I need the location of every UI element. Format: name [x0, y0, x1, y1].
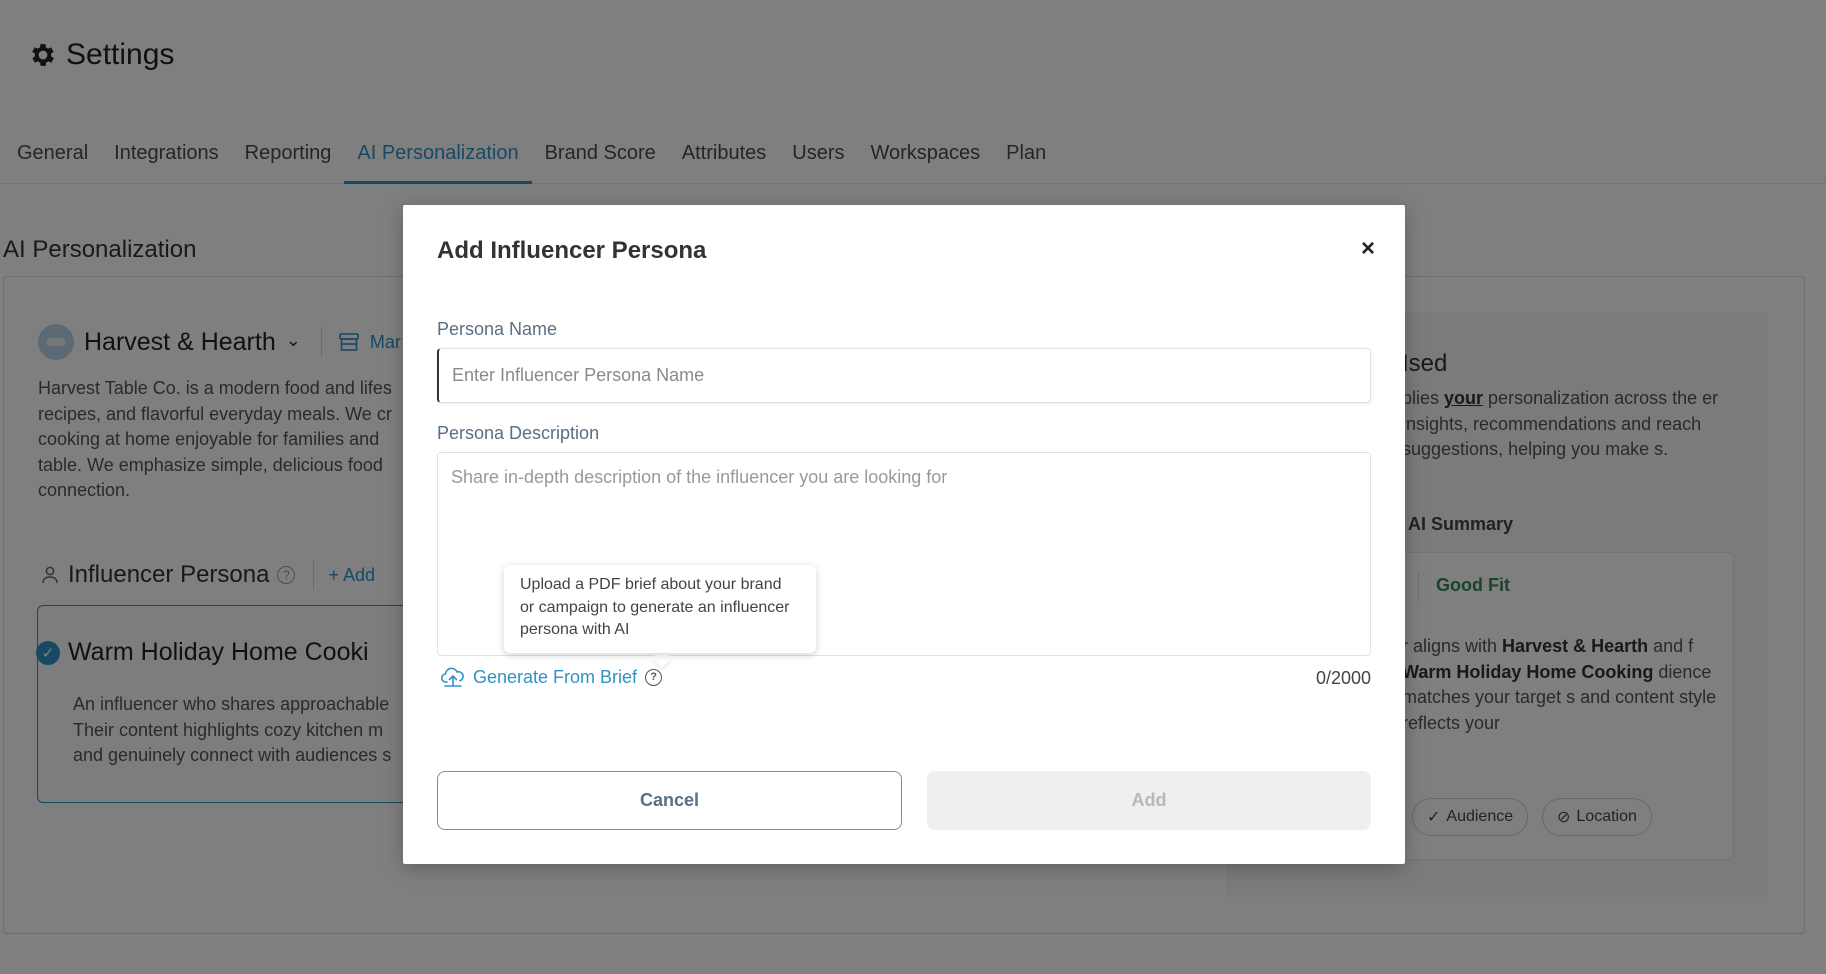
persona-description-label: Persona Description [437, 423, 600, 443]
cancel-button[interactable]: Cancel [437, 771, 902, 830]
add-persona-modal: Add Influencer Persona × Persona Name Pe… [403, 205, 1405, 864]
upload-cloud-icon [441, 667, 464, 687]
help-icon[interactable]: ? [645, 668, 663, 686]
character-count: 0/2000 [1315, 668, 1371, 688]
modal-title: Add Influencer Persona [437, 237, 707, 264]
generate-from-brief-label: Generate From Brief [473, 666, 638, 687]
generate-brief-tooltip: Upload a PDF brief about your brand or c… [504, 565, 816, 653]
persona-name-label: Persona Name [437, 319, 558, 339]
add-button[interactable]: Add [927, 771, 1371, 830]
generate-from-brief-button[interactable]: Generate From Brief ? [441, 666, 663, 688]
persona-name-input[interactable] [437, 348, 1371, 403]
close-icon[interactable]: × [1361, 235, 1375, 263]
